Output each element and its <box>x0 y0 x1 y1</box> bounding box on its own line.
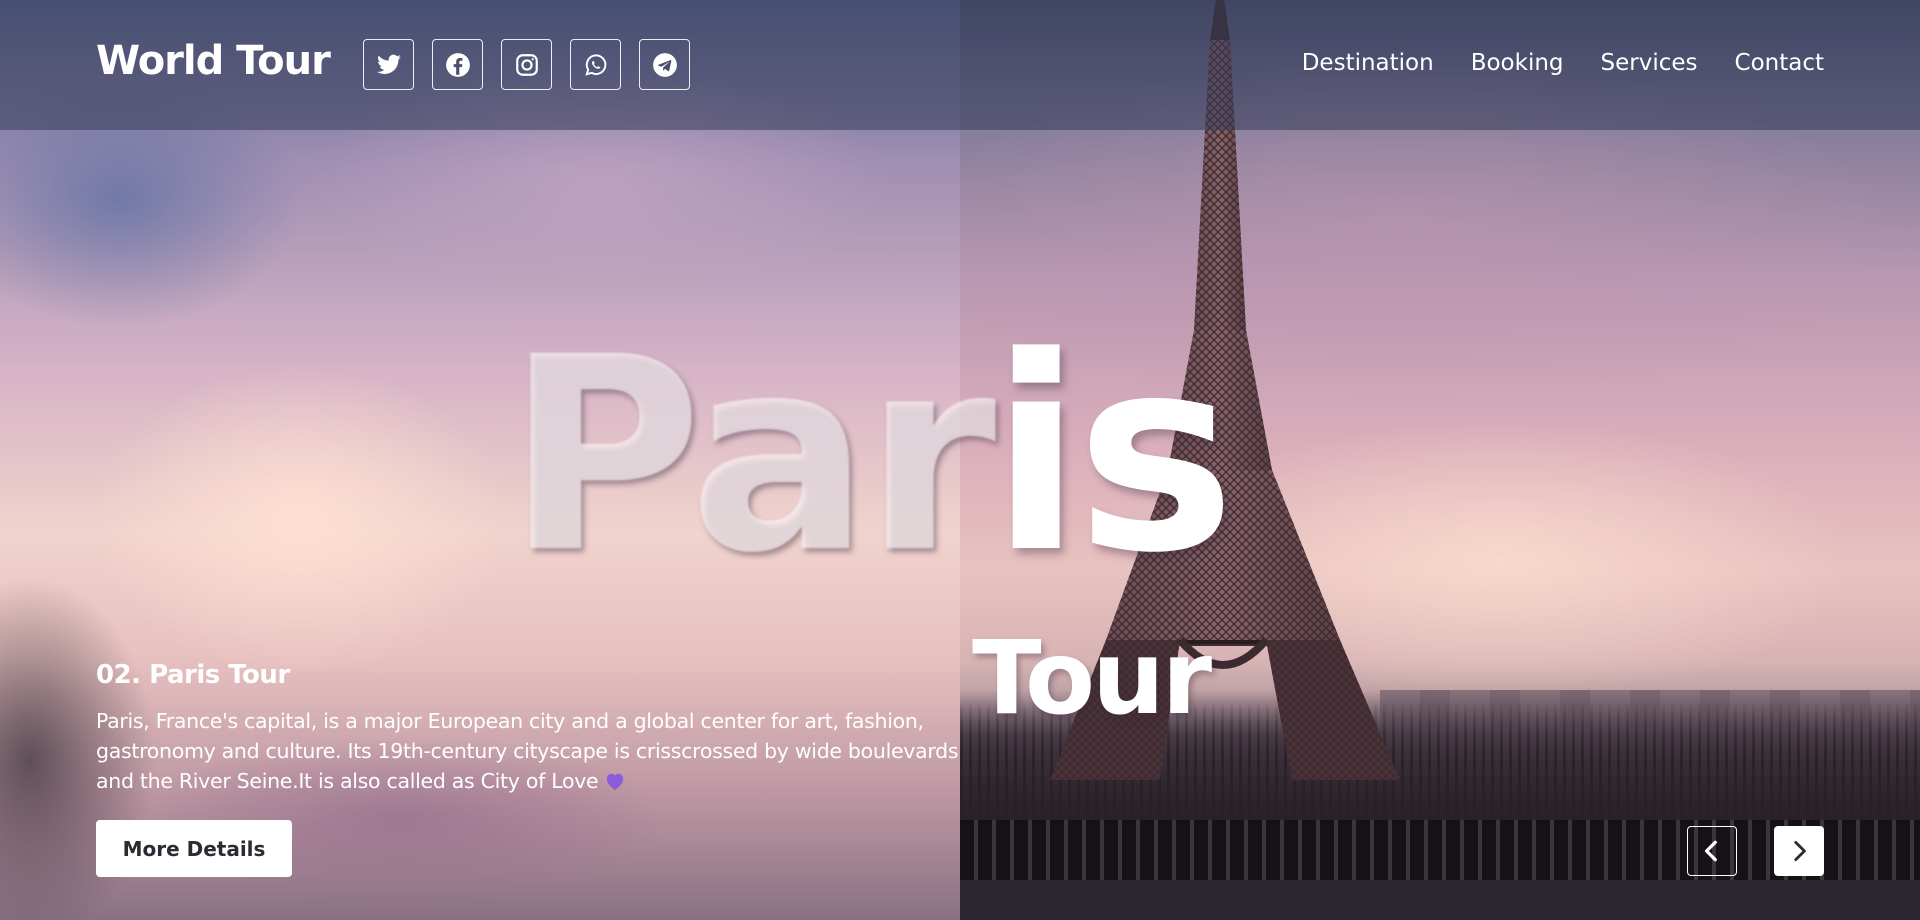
main-nav: Destination Booking Services Contact <box>1302 50 1824 76</box>
more-details-button[interactable]: More Details <box>96 820 292 877</box>
twitter-link[interactable] <box>363 39 414 90</box>
social-links <box>363 39 690 90</box>
nav-booking[interactable]: Booking <box>1471 50 1564 76</box>
prev-slide-button[interactable] <box>1687 826 1737 876</box>
hero-title-ghost: Par <box>506 300 996 612</box>
chevron-left-icon <box>1704 840 1717 862</box>
tour-description: Paris, France's capital, is a major Euro… <box>96 706 966 796</box>
hero-subtitle: Tour <box>972 619 1212 738</box>
instagram-icon <box>515 53 538 76</box>
twitter-icon <box>376 54 401 74</box>
facebook-icon <box>445 52 470 77</box>
site-header: World Tour Destination Booking Services … <box>0 0 1920 130</box>
purple-heart-icon <box>607 773 624 791</box>
tour-info: 02. Paris Tour Paris, France's capital, … <box>96 660 966 796</box>
river-seine <box>960 880 1920 920</box>
telegram-icon <box>652 52 677 77</box>
nav-services[interactable]: Services <box>1601 50 1698 76</box>
hero-title: Paris <box>506 322 1236 590</box>
nav-destination[interactable]: Destination <box>1302 50 1434 76</box>
next-slide-button[interactable] <box>1774 826 1824 876</box>
chevron-right-icon <box>1794 840 1806 862</box>
tour-heading: 02. Paris Tour <box>96 660 290 690</box>
tour-description-text: Paris, France's capital, is a major Euro… <box>96 709 959 793</box>
hero-title-solid: is <box>990 300 1235 612</box>
nav-contact[interactable]: Contact <box>1735 50 1824 76</box>
telegram-link[interactable] <box>639 39 690 90</box>
brand-logo[interactable]: World Tour <box>96 38 331 84</box>
whatsapp-icon <box>584 53 606 76</box>
instagram-link[interactable] <box>501 39 552 90</box>
whatsapp-link[interactable] <box>570 39 621 90</box>
facebook-link[interactable] <box>432 39 483 90</box>
